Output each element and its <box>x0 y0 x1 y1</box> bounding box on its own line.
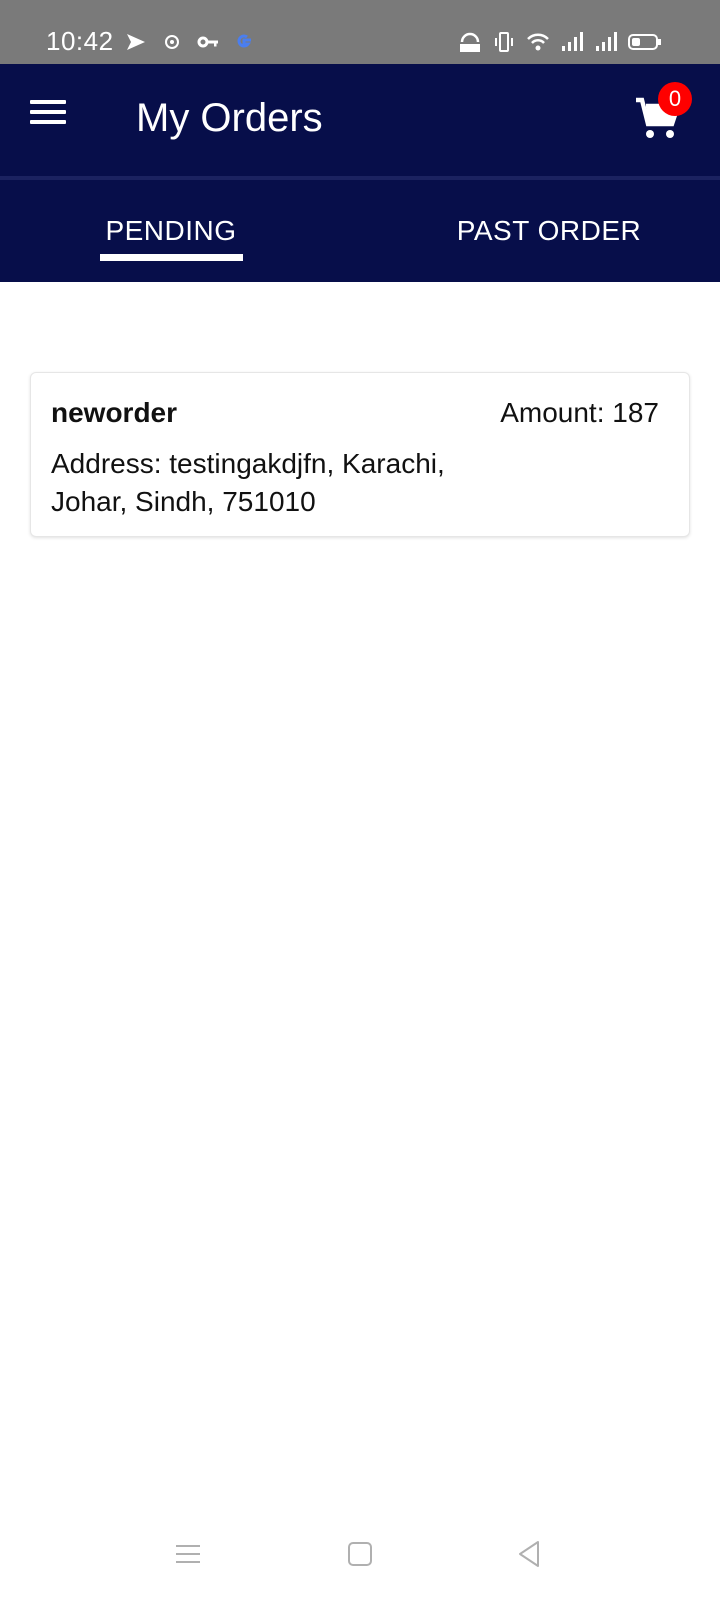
signal-icon <box>562 32 583 51</box>
system-nav-bar <box>0 1520 720 1600</box>
home-icon[interactable] <box>340 1534 380 1574</box>
tab-pending[interactable]: PENDING <box>0 180 342 282</box>
wifi-icon <box>527 33 549 51</box>
signal-icon-2 <box>596 32 617 51</box>
settings-app-icon <box>165 35 179 49</box>
messenger-icon <box>127 34 145 50</box>
page-title: My Orders <box>136 96 323 140</box>
app-bar: My Orders <box>0 64 720 176</box>
menu-icon-line <box>30 100 66 104</box>
key-icon <box>197 36 218 48</box>
order-amount: Amount: 187 <box>500 397 659 428</box>
vpn-icon <box>460 32 480 52</box>
status-time: 10:42 <box>46 26 114 56</box>
menu-icon-line <box>30 120 66 124</box>
tab-selected-indicator <box>100 254 243 261</box>
status-left-icons <box>124 30 256 54</box>
status-right-icons <box>458 30 662 54</box>
order-address: Address: testingakdjfn, Karachi, Johar, … <box>51 448 445 517</box>
back-icon[interactable] <box>510 1534 550 1574</box>
vibrate-icon <box>495 32 513 52</box>
tab-bar: PENDING PAST ORDER <box>0 180 720 282</box>
order-name: neworder <box>51 397 178 428</box>
status-bar: 10:42 <box>0 0 720 64</box>
menu-icon-line <box>30 110 66 114</box>
battery-icon <box>628 34 661 50</box>
recents-menu-icon[interactable] <box>168 1534 208 1574</box>
order-card[interactable]: neworder Amount: 187 Address: testingakd… <box>30 372 690 537</box>
menu-button[interactable] <box>30 94 74 138</box>
tab-past-order[interactable]: PAST ORDER <box>378 180 720 282</box>
google-icon <box>237 34 252 48</box>
cart-count-badge: 0 <box>658 82 692 116</box>
